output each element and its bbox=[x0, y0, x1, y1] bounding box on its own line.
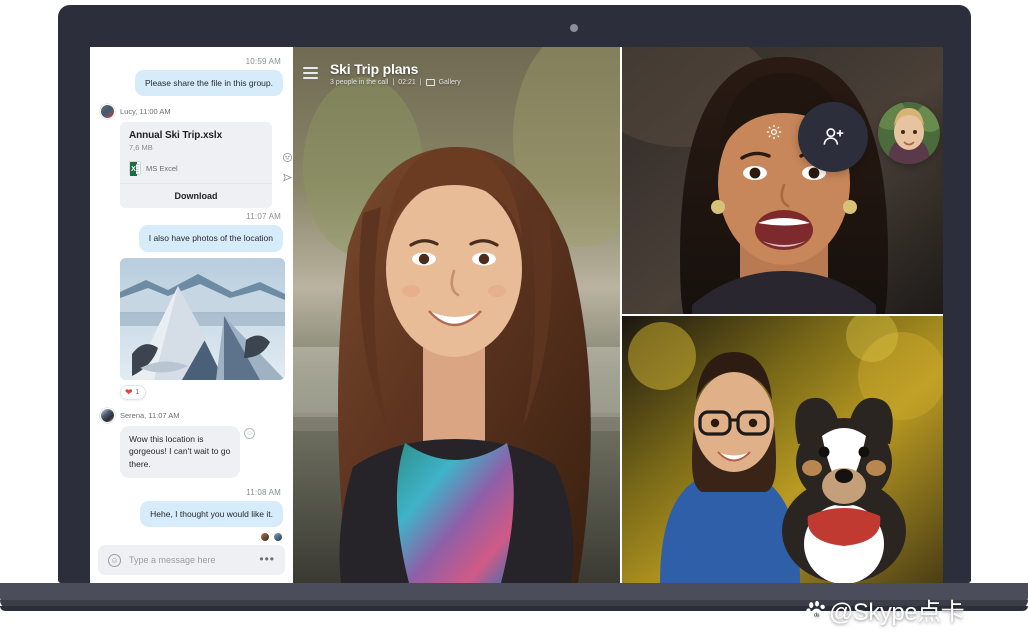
message-input[interactable]: Type a message here bbox=[129, 555, 251, 565]
app-screen: Ski Trip plans 3 people in the call | 02… bbox=[90, 47, 943, 583]
call-subtitle: 3 people in the call | 02:21 | Gallery bbox=[330, 78, 461, 86]
video-tile-participant-bottom-right[interactable] bbox=[622, 316, 943, 583]
download-button[interactable]: Download bbox=[120, 183, 272, 209]
forward-icon[interactable] bbox=[282, 172, 293, 183]
read-receipt-avatars bbox=[100, 532, 283, 543]
participant-avatar[interactable] bbox=[878, 102, 940, 164]
message-timestamp: 10:59 AM bbox=[245, 57, 281, 66]
message-actions bbox=[282, 152, 293, 183]
message-timestamp: 11:08 AM bbox=[246, 487, 281, 497]
layout-label: Gallery bbox=[438, 78, 461, 86]
message-bubble-outgoing: I also have photos of the location bbox=[138, 225, 283, 252]
subtitle-separator-1: | bbox=[392, 78, 395, 86]
avatar bbox=[273, 532, 283, 543]
more-options-icon[interactable]: ••• bbox=[259, 553, 275, 565]
message-composer[interactable]: ☺ Type a message here ••• bbox=[98, 545, 285, 575]
excel-icon bbox=[129, 161, 141, 177]
watermark-text: @Skype点卡 bbox=[829, 599, 965, 626]
video-tile-participant-top-right[interactable] bbox=[622, 47, 943, 314]
message-reaction[interactable]: ❤ 1 bbox=[120, 384, 147, 400]
file-type-row: MS Excel bbox=[129, 161, 263, 177]
file-size: 7,6 MB bbox=[129, 143, 153, 153]
add-person-button[interactable] bbox=[798, 102, 868, 172]
video-call-area: Ski Trip plans 3 people in the call | 02… bbox=[293, 47, 943, 583]
subtitle-separator-2: | bbox=[419, 78, 422, 86]
hamburger-menu-icon[interactable] bbox=[303, 67, 318, 79]
photo-attachment[interactable] bbox=[120, 257, 285, 380]
message-sender: Lucy, 11:00 AM bbox=[100, 104, 283, 120]
webcam-dot-icon bbox=[570, 24, 578, 32]
call-title: Ski Trip plans bbox=[330, 60, 419, 77]
participants-count: 3 people in the call bbox=[330, 78, 389, 86]
reaction-count: 1 bbox=[135, 388, 140, 396]
watermark: du @Skype点卡 bbox=[806, 592, 965, 627]
incoming-message-row: Wow this location is gorgeous! I can't w… bbox=[120, 425, 283, 478]
message-timestamp: 11:07 AM bbox=[246, 212, 281, 222]
screenshot-root: Ski Trip plans 3 people in the call | 02… bbox=[0, 0, 1028, 641]
avatar bbox=[100, 407, 115, 423]
file-card-body: Annual Ski Trip.xslx 7,6 MB MS Excel bbox=[120, 122, 272, 183]
chat-panel: 10:59 AM Please share the file in this g… bbox=[90, 47, 293, 583]
emoji-reaction-icon[interactable]: ☺ bbox=[244, 427, 255, 439]
call-duration: 02:21 bbox=[398, 78, 416, 86]
gear-icon[interactable] bbox=[765, 123, 783, 141]
baidu-paw-icon: du bbox=[806, 599, 827, 620]
message-bubble-outgoing: Please share the file in this group. bbox=[134, 70, 283, 97]
message-sender: Serena, 11:07 AM bbox=[100, 407, 283, 423]
sender-name: Lucy, 11:00 AM bbox=[120, 107, 171, 117]
message-bubble-outgoing: Hehe, I thought you would like it. bbox=[140, 500, 283, 528]
avatar bbox=[260, 532, 270, 543]
emoji-reaction-icon[interactable] bbox=[282, 152, 293, 163]
call-header: Ski Trip plans 3 people in the call | 02… bbox=[293, 47, 622, 99]
video-tile-main-speaker[interactable] bbox=[293, 47, 620, 583]
svg-text:du: du bbox=[814, 613, 819, 619]
heart-icon: ❤ bbox=[125, 386, 133, 397]
file-attachment-card[interactable]: Annual Ski Trip.xslx 7,6 MB MS Excel Dow… bbox=[120, 122, 272, 209]
message-bubble-incoming: Wow this location is gorgeous! I can't w… bbox=[120, 425, 240, 478]
avatar bbox=[100, 104, 115, 120]
emoji-icon[interactable]: ☺ bbox=[108, 553, 121, 567]
file-name: Annual Ski Trip.xslx bbox=[129, 130, 223, 142]
gallery-layout-icon bbox=[425, 78, 435, 86]
sender-name: Serena, 11:07 AM bbox=[120, 410, 180, 420]
file-type-label: MS Excel bbox=[146, 163, 178, 173]
